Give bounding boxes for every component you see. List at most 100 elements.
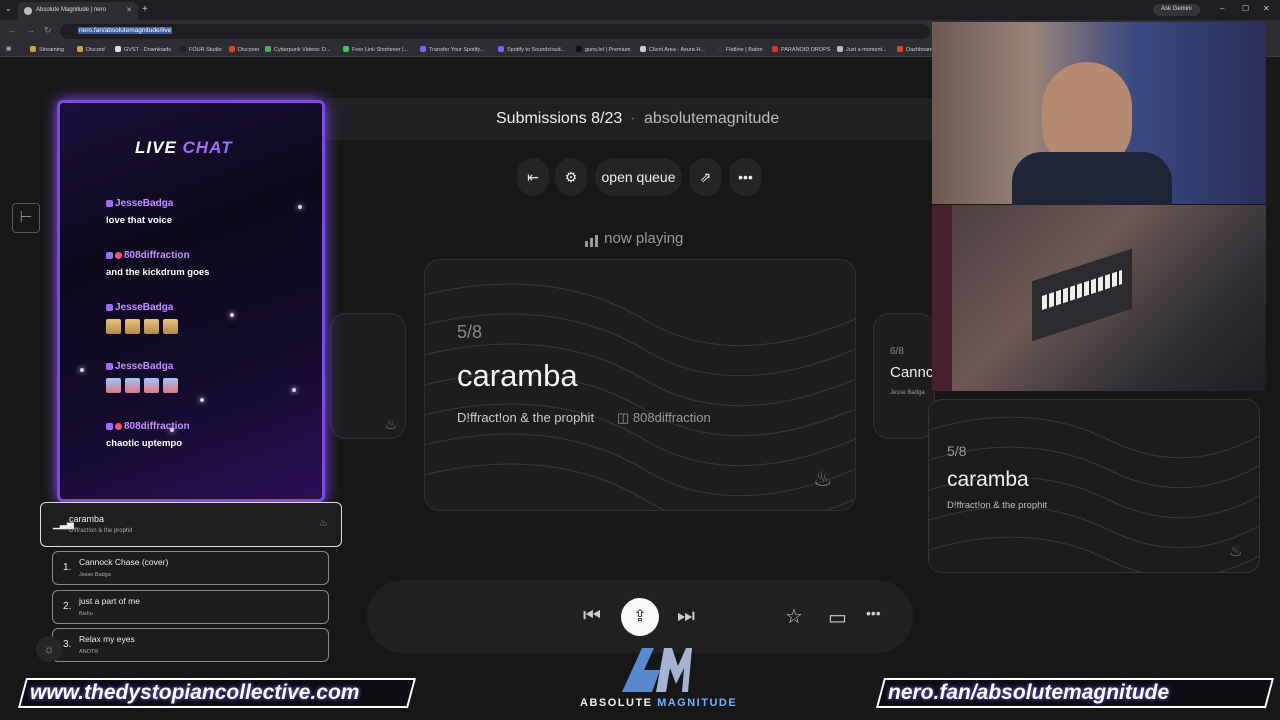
- chat-message: and the kickdrum goes: [106, 267, 210, 278]
- instagram-link[interactable]: ◫ 808diffraction: [617, 410, 711, 426]
- now-playing-popup: 5/8 caramba D!ffract!on & the prophit ♨: [928, 399, 1260, 573]
- sparkle: [298, 205, 302, 209]
- tab-menu-icon[interactable]: ⌄: [5, 4, 12, 13]
- queue-item[interactable]: 3. Relax my eyes ANOTR: [52, 628, 329, 662]
- twitch-icon: [106, 304, 113, 311]
- live-chat-title: LIVE CHAT: [135, 138, 233, 157]
- sidebar-toggle-icon[interactable]: ⊢: [12, 203, 40, 233]
- queue-current-title: caramba: [69, 514, 105, 524]
- emote-icon: [125, 378, 140, 393]
- am-logo: [612, 642, 692, 694]
- emote-icon: [163, 378, 178, 393]
- close-tab-icon[interactable]: ✕: [126, 6, 132, 14]
- bookmark-icon: [772, 46, 778, 52]
- next-track-icon[interactable]: ⏭: [677, 605, 695, 628]
- now-playing-card[interactable]: 5/8 caramba D!ffract!on & the prophit ◫ …: [424, 259, 856, 511]
- minimize-icon[interactable]: –: [1220, 4, 1224, 13]
- browser-tab-bar: [0, 0, 1280, 20]
- star-icon[interactable]: ☆: [785, 604, 803, 629]
- more-options-icon[interactable]: •••: [729, 158, 762, 196]
- bookmark-icon: [115, 46, 121, 52]
- bookmark-icon: [343, 46, 349, 52]
- bookmark-item[interactable]: Just a moment...: [837, 46, 887, 53]
- gear-icon[interactable]: ⚙: [555, 158, 587, 196]
- emote-icon: [125, 319, 140, 334]
- sparkle: [80, 368, 84, 372]
- queue-current-item[interactable]: ▁▃▅ caramba D!ffract!on & the prophit ♨: [40, 502, 342, 547]
- person-shoulders: [1012, 152, 1172, 212]
- track-artist: Jesse Badga: [890, 390, 925, 396]
- bookmark-item[interactable]: Client Area - Asura H...: [640, 46, 705, 53]
- bookmark-icon: [640, 46, 646, 52]
- track-artist: D!ffract!on & the prophit: [947, 500, 1048, 511]
- bookmark-icon: [265, 46, 271, 52]
- twitch-icon: [106, 363, 113, 370]
- bookmark-item[interactable]: Dashboard: [897, 46, 933, 53]
- close-window-icon[interactable]: ✕: [1263, 4, 1270, 13]
- apps-icon[interactable]: ▦: [6, 46, 11, 52]
- heart-icon: [115, 423, 122, 430]
- track-position: 6/8: [890, 346, 904, 357]
- tab-favicon-icon: [24, 7, 32, 15]
- track-title: Cannc: [890, 364, 934, 381]
- flame-icon: ♨: [319, 518, 328, 529]
- bookmark-item[interactable]: Flatline | Baton: [717, 46, 763, 53]
- queue-artist: Jesse Badga: [79, 572, 111, 578]
- bookmark-item[interactable]: Discord: [77, 46, 105, 53]
- previous-track-icon[interactable]: ⏮: [583, 605, 601, 628]
- bookmark-item[interactable]: Cyberpunk Videos: D...: [265, 46, 330, 53]
- track-title: caramba: [947, 468, 1029, 491]
- queue-item[interactable]: 2. just a part of me Bishu: [52, 590, 329, 624]
- next-track-card[interactable]: 6/8 Cannc Jesse Badga: [873, 313, 935, 439]
- bookmark-icon: [897, 46, 903, 52]
- queue-title: just a part of me: [79, 596, 140, 606]
- video-icon[interactable]: ▭: [828, 605, 847, 630]
- new-tab-icon[interactable]: +: [142, 4, 148, 15]
- emote-icon: [144, 319, 159, 334]
- bookmark-item[interactable]: PARANOID DROPS: [772, 46, 830, 53]
- chat-message: chaotic uptempo: [106, 438, 183, 449]
- left-banner-text: www.thedystopiancollective.com: [30, 681, 360, 704]
- bookmark-item[interactable]: guns.lol | Premium: [576, 46, 630, 53]
- instagram-icon: ◫: [617, 410, 630, 425]
- share-icon[interactable]: ⇗: [689, 158, 722, 196]
- bookmark-item[interactable]: Free Link Shortener |...: [343, 46, 408, 53]
- browser-tab[interactable]: Absolute Magnitude | nero ✕: [18, 2, 138, 20]
- more-options-icon[interactable]: •••: [866, 605, 881, 621]
- submissions-count: Submissions 8/23: [496, 110, 623, 127]
- chat-message: love that voice: [106, 215, 172, 226]
- bookmark-icon: [717, 46, 723, 52]
- queue-number: 3.: [63, 639, 72, 650]
- bookmark-item[interactable]: FOUR Studio: [180, 46, 222, 53]
- twitch-icon: [106, 200, 113, 207]
- url-input[interactable]: nero.fan/absolutemagnitude/live: [60, 24, 930, 39]
- ask-gemini-button[interactable]: Ask Gemini: [1153, 4, 1200, 16]
- bookmark-item[interactable]: Transfer Your Spotify...: [420, 46, 484, 53]
- webcam-face: [932, 22, 1266, 212]
- reload-icon[interactable]: ↻: [44, 25, 52, 36]
- maximize-icon[interactable]: ☐: [1242, 4, 1249, 13]
- am-logo-text: ABSOLUTE MAGNITUDE: [580, 697, 738, 709]
- bookmark-item[interactable]: Spotify to Soundcloud...: [498, 46, 565, 53]
- back-icon[interactable]: ←: [8, 25, 17, 35]
- track-title: caramba: [457, 358, 578, 393]
- webcam-studio: [932, 205, 1266, 391]
- bookmark-item[interactable]: Streaming: [30, 46, 64, 53]
- twitch-icon: [106, 252, 113, 259]
- queue-artist: Bishu: [79, 611, 93, 617]
- previous-track-card[interactable]: ♨: [330, 313, 406, 439]
- sparkle: [200, 398, 204, 402]
- flame-icon: ♨: [813, 466, 833, 491]
- bookmark-item[interactable]: Discover: [229, 46, 259, 53]
- bookmark-item[interactable]: GVST - Downloads: [115, 46, 171, 53]
- sun-icon[interactable]: ☼: [36, 636, 62, 662]
- forward-icon[interactable]: →: [26, 25, 35, 35]
- track-position: 5/8: [947, 443, 967, 459]
- bookmark-icon: [420, 46, 426, 52]
- tab-title: Absolute Magnitude | nero: [36, 7, 106, 13]
- queue-item[interactable]: 1. Cannock Chase (cover) Jesse Badga: [52, 551, 329, 585]
- play-pause-button[interactable]: ⇪: [621, 598, 659, 636]
- open-queue-button[interactable]: open queue: [595, 158, 682, 196]
- exit-icon[interactable]: ⇤: [517, 158, 549, 196]
- queue-current-artist: D!ffract!on & the prophit: [69, 528, 133, 534]
